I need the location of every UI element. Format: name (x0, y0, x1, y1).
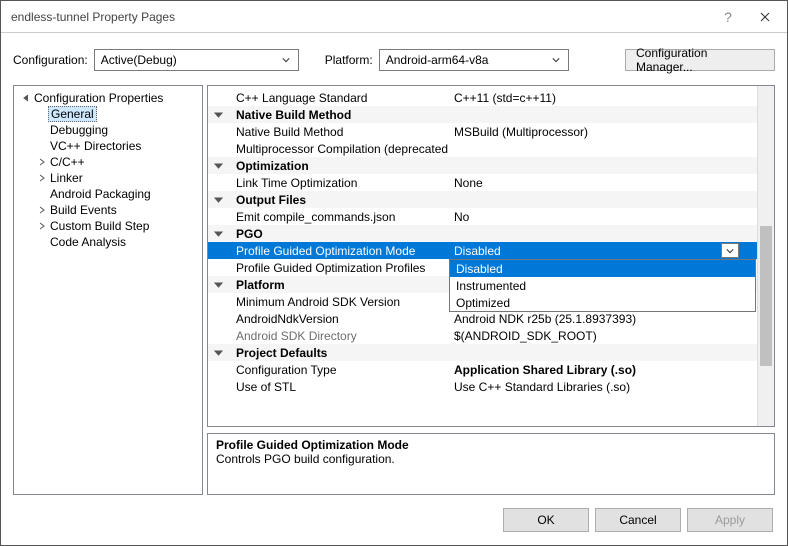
chevron-down-icon (548, 53, 564, 67)
expand-icon[interactable] (36, 174, 48, 182)
help-icon[interactable]: ? (713, 9, 743, 25)
close-icon[interactable] (743, 2, 787, 32)
config-toolbar: Configuration: Active(Debug) Platform: A… (1, 33, 787, 85)
dropdown-option[interactable]: Optimized (450, 294, 755, 311)
grid-row[interactable]: AndroidNdkVersionAndroid NDK r25b (25.1.… (208, 310, 757, 327)
grid-row[interactable]: Native Build Method (208, 106, 757, 123)
expand-icon[interactable] (36, 158, 48, 166)
dialog-footer: OK Cancel Apply (1, 495, 787, 545)
property-pages-window: endless-tunnel Property Pages ? Configur… (0, 0, 788, 546)
cancel-button[interactable]: Cancel (595, 508, 681, 532)
tree-item-build-events[interactable]: Build Events (14, 202, 202, 218)
tree-root[interactable]: Configuration Properties (14, 90, 202, 106)
grid-row[interactable]: Configuration TypeApplication Shared Lib… (208, 361, 757, 378)
grid-row[interactable]: Output Files (208, 191, 757, 208)
tree-item-general[interactable]: General (14, 106, 202, 122)
grid-row[interactable]: PGO (208, 225, 757, 242)
description-title: Profile Guided Optimization Mode (216, 438, 766, 452)
grid-row[interactable]: Native Build MethodMSBuild (Multiprocess… (208, 123, 757, 140)
dropdown-option[interactable]: Disabled (450, 260, 755, 277)
titlebar: endless-tunnel Property Pages ? (1, 1, 787, 33)
collapse-icon[interactable] (208, 161, 228, 170)
property-grid[interactable]: C++ Language StandardC++11 (std=c++11)Na… (207, 85, 775, 427)
dropdown-button[interactable] (721, 243, 739, 258)
apply-button[interactable]: Apply (687, 508, 773, 532)
collapse-icon[interactable] (208, 195, 228, 204)
grid-row[interactable]: Profile Guided Optimization ModeDisabled (208, 242, 757, 259)
tree-item-android-packaging[interactable]: Android Packaging (14, 186, 202, 202)
pgo-mode-dropdown[interactable]: DisabledInstrumentedOptimized (449, 259, 756, 312)
scrollbar-thumb[interactable] (760, 226, 772, 366)
dialog-body: Configuration Properties GeneralDebuggin… (1, 85, 787, 495)
grid-row[interactable]: Optimization (208, 157, 757, 174)
collapse-icon[interactable] (20, 94, 32, 102)
window-title: endless-tunnel Property Pages (11, 10, 713, 24)
tree-item-vc-directories[interactable]: VC++ Directories (14, 138, 202, 154)
tree-item-code-analysis[interactable]: Code Analysis (14, 234, 202, 250)
property-panel: C++ Language StandardC++11 (std=c++11)Na… (207, 85, 775, 495)
dropdown-option[interactable]: Instrumented (450, 277, 755, 294)
scrollbar[interactable] (757, 86, 774, 426)
collapse-icon[interactable] (208, 229, 228, 238)
collapse-icon[interactable] (208, 280, 228, 289)
platform-value: Android-arm64-v8a (386, 53, 548, 67)
grid-row[interactable]: Emit compile_commands.jsonNo (208, 208, 757, 225)
expand-icon[interactable] (36, 206, 48, 214)
grid-row[interactable]: Multiprocessor Compilation (deprecated) (208, 140, 757, 157)
tree-item-debugging[interactable]: Debugging (14, 122, 202, 138)
configuration-combo[interactable]: Active(Debug) (94, 49, 299, 71)
collapse-icon[interactable] (208, 110, 228, 119)
grid-row[interactable]: C++ Language StandardC++11 (std=c++11) (208, 89, 757, 106)
grid-row[interactable]: Project Defaults (208, 344, 757, 361)
tree-item-c-c-[interactable]: C/C++ (14, 154, 202, 170)
expand-icon[interactable] (36, 222, 48, 230)
nav-tree[interactable]: Configuration Properties GeneralDebuggin… (13, 85, 203, 495)
grid-row[interactable]: Android SDK Directory$(ANDROID_SDK_ROOT) (208, 327, 757, 344)
tree-item-linker[interactable]: Linker (14, 170, 202, 186)
configuration-manager-button[interactable]: Configuration Manager... (625, 49, 775, 71)
configuration-value: Active(Debug) (101, 53, 278, 67)
platform-label: Platform: (325, 53, 373, 67)
configuration-label: Configuration: (13, 53, 88, 67)
grid-row[interactable]: Use of STLUse C++ Standard Libraries (.s… (208, 378, 757, 395)
chevron-down-icon (278, 53, 294, 67)
grid-row[interactable]: Link Time OptimizationNone (208, 174, 757, 191)
ok-button[interactable]: OK (503, 508, 589, 532)
collapse-icon[interactable] (208, 348, 228, 357)
description-panel: Profile Guided Optimization Mode Control… (207, 433, 775, 495)
description-body: Controls PGO build configuration. (216, 452, 766, 466)
tree-item-custom-build-step[interactable]: Custom Build Step (14, 218, 202, 234)
platform-combo[interactable]: Android-arm64-v8a (379, 49, 569, 71)
